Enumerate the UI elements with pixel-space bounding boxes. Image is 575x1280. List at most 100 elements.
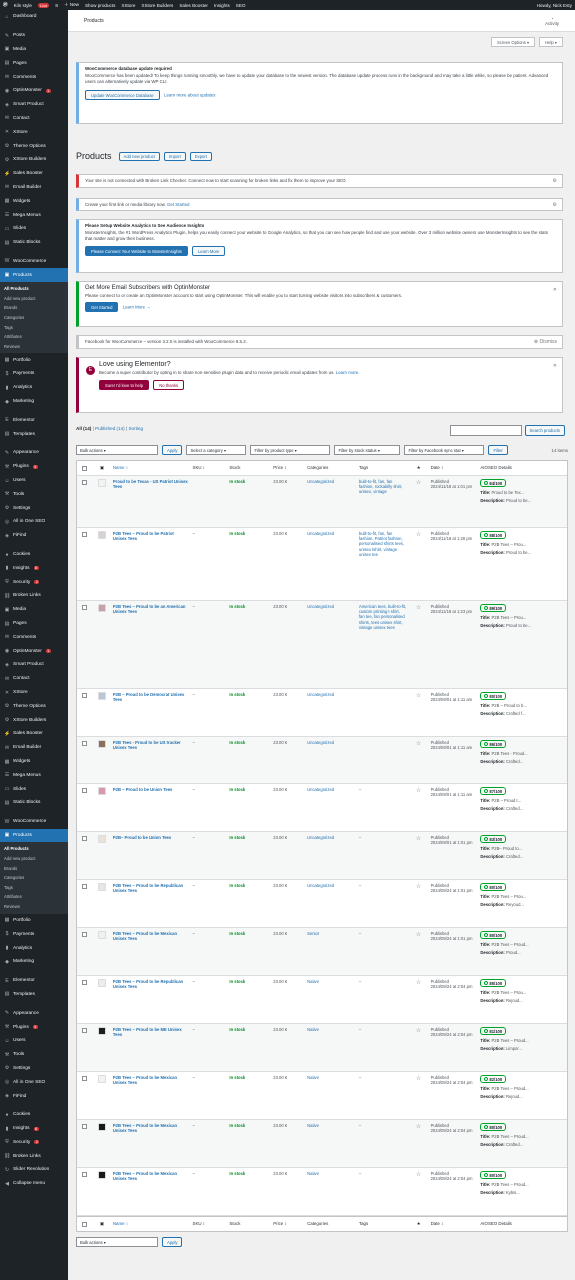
sidebar-item-marketing[interactable]: ◆ Marketing (0, 955, 68, 969)
view-published[interactable]: Published (14) (95, 426, 125, 431)
product-name-link[interactable]: P2B Tees – Proud to be an American Unise… (113, 604, 189, 615)
search-products-button[interactable]: Search products (524, 425, 565, 436)
submenu-item-brands[interactable]: Brands (0, 303, 68, 313)
product-thumbnail[interactable] (97, 479, 106, 487)
seo-title-value[interactable]: P2B Tees – Proud... (491, 942, 528, 947)
seo-score-badge[interactable]: 80/100 (480, 692, 507, 700)
row-checkbox[interactable] (82, 980, 88, 985)
product-thumbnail[interactable] (97, 835, 106, 843)
seo-title-value[interactable]: P2B Tees – Proud... (491, 1182, 528, 1187)
sidebar-item-slides[interactable]: ▭ Slides (0, 222, 68, 236)
sidebar-item-payments[interactable]: $ Payments (0, 927, 68, 941)
seo-title-value[interactable]: P2B – Proud to b... (491, 703, 526, 708)
category-link[interactable]: Uncategorized (307, 479, 334, 484)
updates-count[interactable]: 8 (55, 3, 58, 8)
seo-description-value[interactable]: Reyoud... (506, 902, 524, 907)
seo-description-value[interactable]: Crafted f... (506, 711, 526, 716)
product-thumbnail[interactable] (97, 931, 106, 939)
wordpress-logo-icon[interactable]: Ⓦ (3, 2, 8, 8)
sidebar-item-elementor[interactable]: E Elementor (0, 413, 68, 427)
sidebar-item-broken-links[interactable]: ⛓ Broken Links (0, 1149, 68, 1163)
seo-link[interactable]: SEO (236, 3, 246, 8)
row-checkbox[interactable] (82, 1076, 88, 1081)
submenu-item-attributes[interactable]: Attributes (0, 892, 68, 902)
product-thumbnail[interactable] (97, 979, 106, 987)
category-link[interactable]: Native (307, 1171, 319, 1176)
tags-list[interactable]: – (359, 883, 407, 888)
featured-star-icon[interactable]: ☆ (416, 480, 421, 486)
sidebar-item-posts[interactable]: ✎ Posts (0, 29, 68, 43)
row-checkbox[interactable] (82, 1172, 88, 1177)
connect-monsterinsights-button[interactable]: Please Connect Your Website to MonsterIn… (85, 246, 188, 256)
tags-list[interactable]: – (359, 1171, 407, 1176)
featured-star-icon[interactable]: ☆ (416, 788, 421, 794)
seo-description-value[interactable]: Rejoud... (506, 998, 523, 1003)
submenu-item-add-new-product[interactable]: Add new product (0, 854, 68, 864)
row-checkbox[interactable] (82, 532, 88, 537)
export-button[interactable]: Export (189, 151, 212, 161)
seo-description-value[interactable]: Proud to be... (506, 623, 531, 628)
sidebar-item-xstore-builders[interactable]: ⚙ XStore Builders (0, 153, 68, 167)
sidebar-item-woocommerce[interactable]: W WooCommerce (0, 255, 68, 269)
sidebar-item-optinmonster[interactable]: ◉ OptinMonster 1 (0, 84, 68, 98)
apply-button[interactable]: Apply (162, 445, 183, 455)
sidebar-item-products[interactable]: ▣ Products (0, 268, 68, 283)
row-checkbox[interactable] (82, 1028, 88, 1033)
sidebar-item-insights[interactable]: ▮ Insights 8 (0, 561, 68, 575)
close-icon[interactable]: ✕ (553, 363, 557, 369)
sidebar-item-broken-links[interactable]: ⛓ Broken Links (0, 589, 68, 603)
product-name-link[interactable]: P2B Tees – Proud to be Republican Unisex… (113, 979, 189, 990)
seo-description-value[interactable]: Proud to be... (506, 498, 531, 503)
category-link[interactable]: Uncategorized (307, 883, 334, 888)
submenu-item-tags[interactable]: Tags (0, 323, 68, 333)
apply-button[interactable]: Apply (162, 1237, 183, 1247)
sidebar-item-theme-options[interactable]: ⚙ Theme Options (0, 699, 68, 713)
sidebar-item-all-in-one-seo[interactable]: ◎ All in One SEO (0, 1075, 68, 1089)
seo-title-value[interactable]: P2B Tees – Proud... (491, 1038, 528, 1043)
row-checkbox[interactable] (82, 741, 88, 746)
featured-star-icon[interactable]: ☆ (416, 741, 421, 747)
row-checkbox[interactable] (82, 836, 88, 841)
import-button[interactable]: Import (163, 151, 186, 161)
sidebar-item-insights[interactable]: ▮ Insights 8 (0, 1122, 68, 1136)
tags-list[interactable]: – (359, 1027, 407, 1032)
show-products-link[interactable]: Show products (85, 3, 115, 8)
category-link[interactable]: Uncategorized (307, 740, 334, 745)
sidebar-item-templates[interactable]: ▤ Templates (0, 988, 68, 1002)
sidebar-item-analytics[interactable]: ▮ Analytics (0, 941, 68, 955)
product-name-link[interactable]: P2B Tees – Proud to be Patriot Unisex Te… (113, 531, 189, 542)
sidebar-item-appearance[interactable]: ✎ Appearance (0, 446, 68, 460)
product-name-link[interactable]: Proud to be Texas - US Patriot Unisex Te… (113, 479, 189, 490)
sidebar-item-media[interactable]: ▣ Media (0, 603, 68, 617)
seo-score-badge[interactable]: 82/100 (480, 1075, 507, 1083)
sidebar-item-marketing[interactable]: ◆ Marketing (0, 395, 68, 409)
row-checkbox[interactable] (82, 932, 88, 937)
product-name-link[interactable]: P2B– Proud to be Union Tees (113, 835, 189, 840)
xstore-builders-link[interactable]: XStore Builders (141, 3, 173, 8)
sidebar-item-security[interactable]: ⛨ Security 2 (0, 1136, 68, 1150)
sidebar-item-cookies[interactable]: ● Cookies (0, 548, 68, 562)
opt-in-button[interactable]: Sure! I'd love to help (99, 380, 150, 390)
submenu-item-attributes[interactable]: Attributes (0, 332, 68, 342)
submenu-item-all-products[interactable]: All Products (0, 284, 68, 294)
sidebar-item-xstore[interactable]: ✕ XStore (0, 686, 68, 700)
product-thumbnail[interactable] (97, 1123, 106, 1131)
bulk-actions-select[interactable]: Bulk actions ▾ (76, 445, 158, 455)
sidebar-item-static-blocks[interactable]: ▤ Static Blocks (0, 236, 68, 250)
row-checkbox[interactable] (82, 788, 88, 793)
tags-list[interactable]: American tees, built-to-fit, custom prin… (359, 604, 407, 630)
sidebar-item-portfolio[interactable]: ▦ Portfolio (0, 353, 68, 367)
submenu-item-reviews[interactable]: Reviews (0, 902, 68, 912)
seo-score-badge[interactable]: 88/100 (480, 531, 507, 539)
sidebar-item-theme-options[interactable]: ⚙ Theme Options (0, 139, 68, 153)
category-link[interactable]: Senior (307, 931, 319, 936)
category-link[interactable]: Native (307, 1027, 319, 1032)
column-date[interactable]: Date ↕ (429, 1217, 479, 1231)
sidebar-item-xstore[interactable]: ✕ XStore (0, 125, 68, 139)
seo-score-badge[interactable]: 80/100 (480, 883, 507, 891)
product-thumbnail[interactable] (97, 692, 106, 700)
no-thanks-button[interactable]: No thanks (153, 380, 185, 390)
seo-title-value[interactable]: Proud to be Tex... (491, 490, 524, 495)
sidebar-item-sales-booster[interactable]: ⚡ Sales Booster (0, 727, 68, 741)
sidebar-item-mega-menus[interactable]: ☰ Mega Menus (0, 768, 68, 782)
